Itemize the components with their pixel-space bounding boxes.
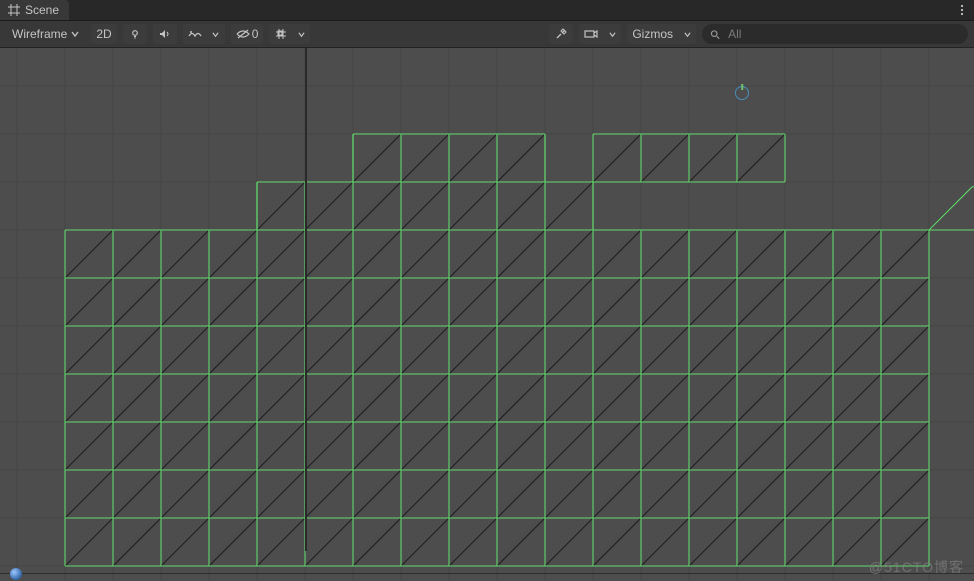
- gizmos-dropdown[interactable]: [678, 24, 696, 44]
- scene-audio-toggle[interactable]: [153, 24, 177, 44]
- grid-snap-group: [269, 24, 310, 44]
- shading-mode-label: Wireframe: [12, 27, 67, 41]
- search-input[interactable]: [726, 26, 960, 42]
- grid-snap-dropdown[interactable]: [292, 24, 310, 44]
- scene-camera-dropdown[interactable]: [603, 24, 621, 44]
- camera-icon: [584, 28, 598, 40]
- hierarchy-search[interactable]: [702, 24, 968, 44]
- audio-icon: [159, 28, 171, 40]
- kebab-icon: [956, 4, 968, 16]
- timeline-handle[interactable]: [10, 568, 22, 580]
- tab-scene[interactable]: Scene: [0, 0, 69, 20]
- scene-canvas: [0, 48, 974, 581]
- grid-snap-toggle[interactable]: [269, 24, 293, 44]
- chevron-down-icon: [609, 31, 616, 38]
- origin-axis-line: [305, 48, 307, 551]
- gizmos-group: Gizmos: [627, 24, 696, 44]
- chevron-down-icon: [71, 30, 79, 38]
- scene-lighting-toggle[interactable]: [123, 24, 147, 44]
- eye-off-icon: [236, 28, 250, 40]
- tab-context-menu[interactable]: [956, 0, 968, 20]
- gizmos-toggle[interactable]: Gizmos: [627, 24, 679, 44]
- layers-visibility-toggle[interactable]: 0: [231, 24, 264, 44]
- chevron-down-icon: [298, 31, 305, 38]
- grid-snap-icon: [275, 28, 287, 40]
- shading-mode-dropdown[interactable]: Wireframe: [6, 24, 85, 44]
- layers-count-label: 0: [252, 27, 259, 41]
- effects-dropdown[interactable]: [207, 24, 225, 44]
- search-icon: [710, 29, 720, 40]
- effects-group: [183, 24, 225, 44]
- gizmos-label: Gizmos: [632, 27, 673, 41]
- effects-icon: [188, 28, 202, 40]
- lightbulb-icon: [129, 28, 141, 40]
- timeline-scrubber[interactable]: [0, 573, 974, 575]
- scene-orientation-gizmo[interactable]: [735, 86, 749, 100]
- 2d-toggle-button[interactable]: 2D: [91, 24, 116, 44]
- scene-viewport[interactable]: @51CTO博客: [0, 48, 974, 581]
- scene-toolbar: Wireframe 2D 0: [0, 21, 974, 48]
- tools-icon: [555, 28, 567, 40]
- 2d-toggle-label: 2D: [96, 27, 111, 41]
- tab-scene-label: Scene: [25, 3, 59, 17]
- tab-bar: Scene: [0, 0, 974, 21]
- scene-effects-toggle[interactable]: [183, 24, 208, 44]
- chevron-down-icon: [684, 31, 691, 38]
- scene-camera-button[interactable]: [579, 24, 604, 44]
- tools-button[interactable]: [549, 24, 573, 44]
- camera-group: [579, 24, 621, 44]
- scene-grid-icon: [8, 4, 20, 16]
- chevron-down-icon: [212, 31, 219, 38]
